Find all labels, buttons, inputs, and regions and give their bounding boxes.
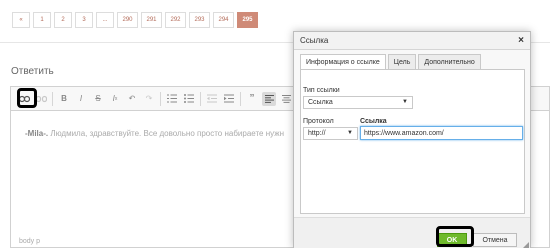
indent-icon[interactable] (222, 92, 236, 106)
pagination-page[interactable]: 294 (213, 12, 234, 28)
content-text: Людмила, здравствуйте. Все довольно прос… (48, 129, 284, 138)
numbered-list-icon[interactable] (165, 92, 179, 106)
pagination-page[interactable]: 291 (141, 12, 162, 28)
cancel-button[interactable]: Отмена (473, 233, 517, 247)
pagination-page[interactable]: 2 (54, 12, 72, 28)
link-type-label: Тип ссылки (303, 87, 340, 94)
pagination: « 1 2 3 ... 290 291 292 293 294 295 (12, 12, 261, 28)
url-label: Ссылка (360, 118, 387, 125)
toolbar-separator (160, 91, 161, 106)
editor-status-path: body p (19, 238, 41, 245)
pagination-prev[interactable]: « (12, 12, 30, 28)
close-icon[interactable]: × (518, 35, 524, 46)
italic-icon[interactable]: I (74, 92, 88, 106)
pagination-page[interactable]: 290 (117, 12, 138, 28)
tab-advanced[interactable]: Дополнительно (418, 54, 481, 70)
tab-panel: Тип ссылки Ссылка ▼ Протокол http:// ▼ С… (300, 69, 525, 214)
redo-icon[interactable]: ↷ (142, 92, 156, 106)
protocol-select[interactable]: http:// ▼ (303, 127, 358, 140)
pagination-page[interactable]: 3 (75, 12, 93, 28)
link-button-highlight (17, 88, 37, 108)
ok-button-highlight (436, 226, 474, 247)
strikethrough-icon[interactable]: S (91, 92, 105, 106)
pagination-page-active[interactable]: 295 (237, 12, 258, 28)
bold-icon[interactable]: B (57, 92, 71, 106)
editor-content[interactable]: -Mila-. Людмила, здравствуйте. Все довол… (25, 129, 284, 138)
dialog-title[interactable]: Ссылка (294, 32, 530, 50)
blockquote-icon[interactable]: ” (245, 92, 259, 106)
bulleted-list-icon[interactable] (182, 92, 196, 106)
outdent-icon[interactable] (205, 92, 219, 106)
chevron-down-icon: ▼ (347, 130, 353, 136)
toolbar-separator (52, 91, 53, 106)
url-value: https://www.amazon.com/ (364, 129, 444, 137)
align-center-icon[interactable] (279, 92, 293, 106)
pagination-page[interactable]: 293 (189, 12, 210, 28)
toolbar-separator (240, 91, 241, 106)
dialog-title-text: Ссылка (300, 36, 329, 45)
chevron-down-icon: ▼ (402, 99, 408, 105)
dialog-tabs: Информация о ссылке Цель Дополнительно (300, 54, 483, 70)
undo-icon[interactable]: ↶ (125, 92, 139, 106)
url-input[interactable]: https://www.amazon.com/ (360, 126, 523, 140)
dialog-footer: OK Отмена (294, 217, 530, 248)
tab-target[interactable]: Цель (387, 54, 417, 70)
tab-link-info[interactable]: Информация о ссылке (300, 54, 386, 70)
remove-format-icon[interactable]: Ix (108, 92, 122, 106)
pagination-page[interactable]: 1 (33, 12, 51, 28)
toolbar-separator (200, 91, 201, 106)
link-type-select[interactable]: Ссылка ▼ (303, 96, 413, 109)
content-author: -Mila-. (25, 129, 49, 138)
align-left-icon[interactable] (262, 91, 276, 106)
protocol-value: http:// (308, 130, 326, 137)
reply-heading: Ответить (11, 66, 54, 77)
pagination-ellipsis: ... (96, 12, 114, 28)
protocol-label: Протокол (303, 118, 334, 125)
link-type-value: Ссылка (308, 99, 333, 106)
pagination-page[interactable]: 292 (165, 12, 186, 28)
resize-handle[interactable] (523, 242, 529, 248)
